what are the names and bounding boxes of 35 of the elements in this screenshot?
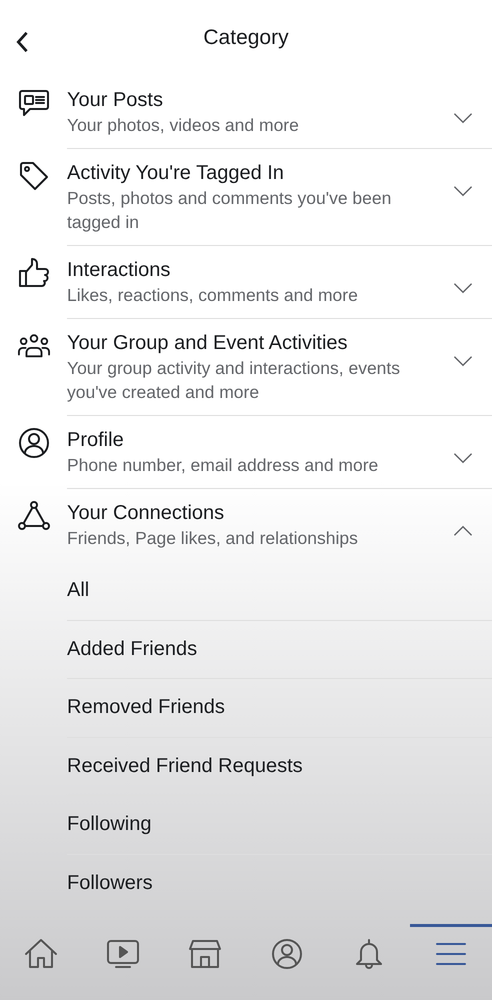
- category-description: Your photos, videos and more: [67, 114, 300, 137]
- thumbs-up-icon: [18, 257, 50, 289]
- speech-bubble-icon: [18, 87, 50, 119]
- category-title[interactable]: Interactions: [67, 257, 412, 283]
- back-icon[interactable]: [15, 31, 29, 53]
- chevron-down-icon[interactable]: [452, 355, 474, 367]
- subcategory-item[interactable]: Added Friends: [67, 636, 198, 662]
- person-circle-icon: [18, 427, 50, 459]
- page-title: Category: [203, 26, 289, 50]
- subcategory-item[interactable]: All: [67, 577, 90, 604]
- category-description: Posts, photos and comments you've been tagged in: [67, 187, 392, 234]
- category-description: Phone number, email address and more: [67, 454, 380, 477]
- category-title[interactable]: Profile: [67, 427, 412, 453]
- subcategory-item[interactable]: Followers: [67, 870, 153, 896]
- chevron-down-icon[interactable]: [452, 282, 474, 294]
- subcategory-item[interactable]: Following: [67, 811, 152, 838]
- person-circle-icon[interactable]: [270, 938, 304, 970]
- chevron-up-icon[interactable]: [452, 525, 474, 537]
- chevron-down-icon[interactable]: [452, 452, 474, 464]
- subcategory-item[interactable]: Received Friend Requests: [67, 752, 303, 779]
- tag-icon: [18, 160, 50, 192]
- storefront-icon[interactable]: [188, 938, 222, 970]
- category-title[interactable]: Your Group and Event Activities: [67, 330, 412, 356]
- chevron-down-icon[interactable]: [452, 185, 474, 197]
- network-icon: [18, 500, 50, 532]
- category-description: Friends, Page likes, and relationships: [67, 527, 359, 550]
- video-icon[interactable]: [106, 938, 140, 970]
- home-icon[interactable]: [24, 938, 58, 970]
- category-description: Your group activity and interactions, events you've created and more: [67, 357, 402, 404]
- chevron-down-icon[interactable]: [452, 112, 474, 124]
- subcategory-item[interactable]: Removed Friends: [67, 694, 225, 720]
- category-title[interactable]: Activity You're Tagged In: [67, 160, 412, 186]
- category-title[interactable]: Your Posts: [67, 87, 412, 113]
- category-description: Likes, reactions, comments and more: [67, 284, 359, 307]
- category-title[interactable]: Your Connections: [67, 500, 412, 526]
